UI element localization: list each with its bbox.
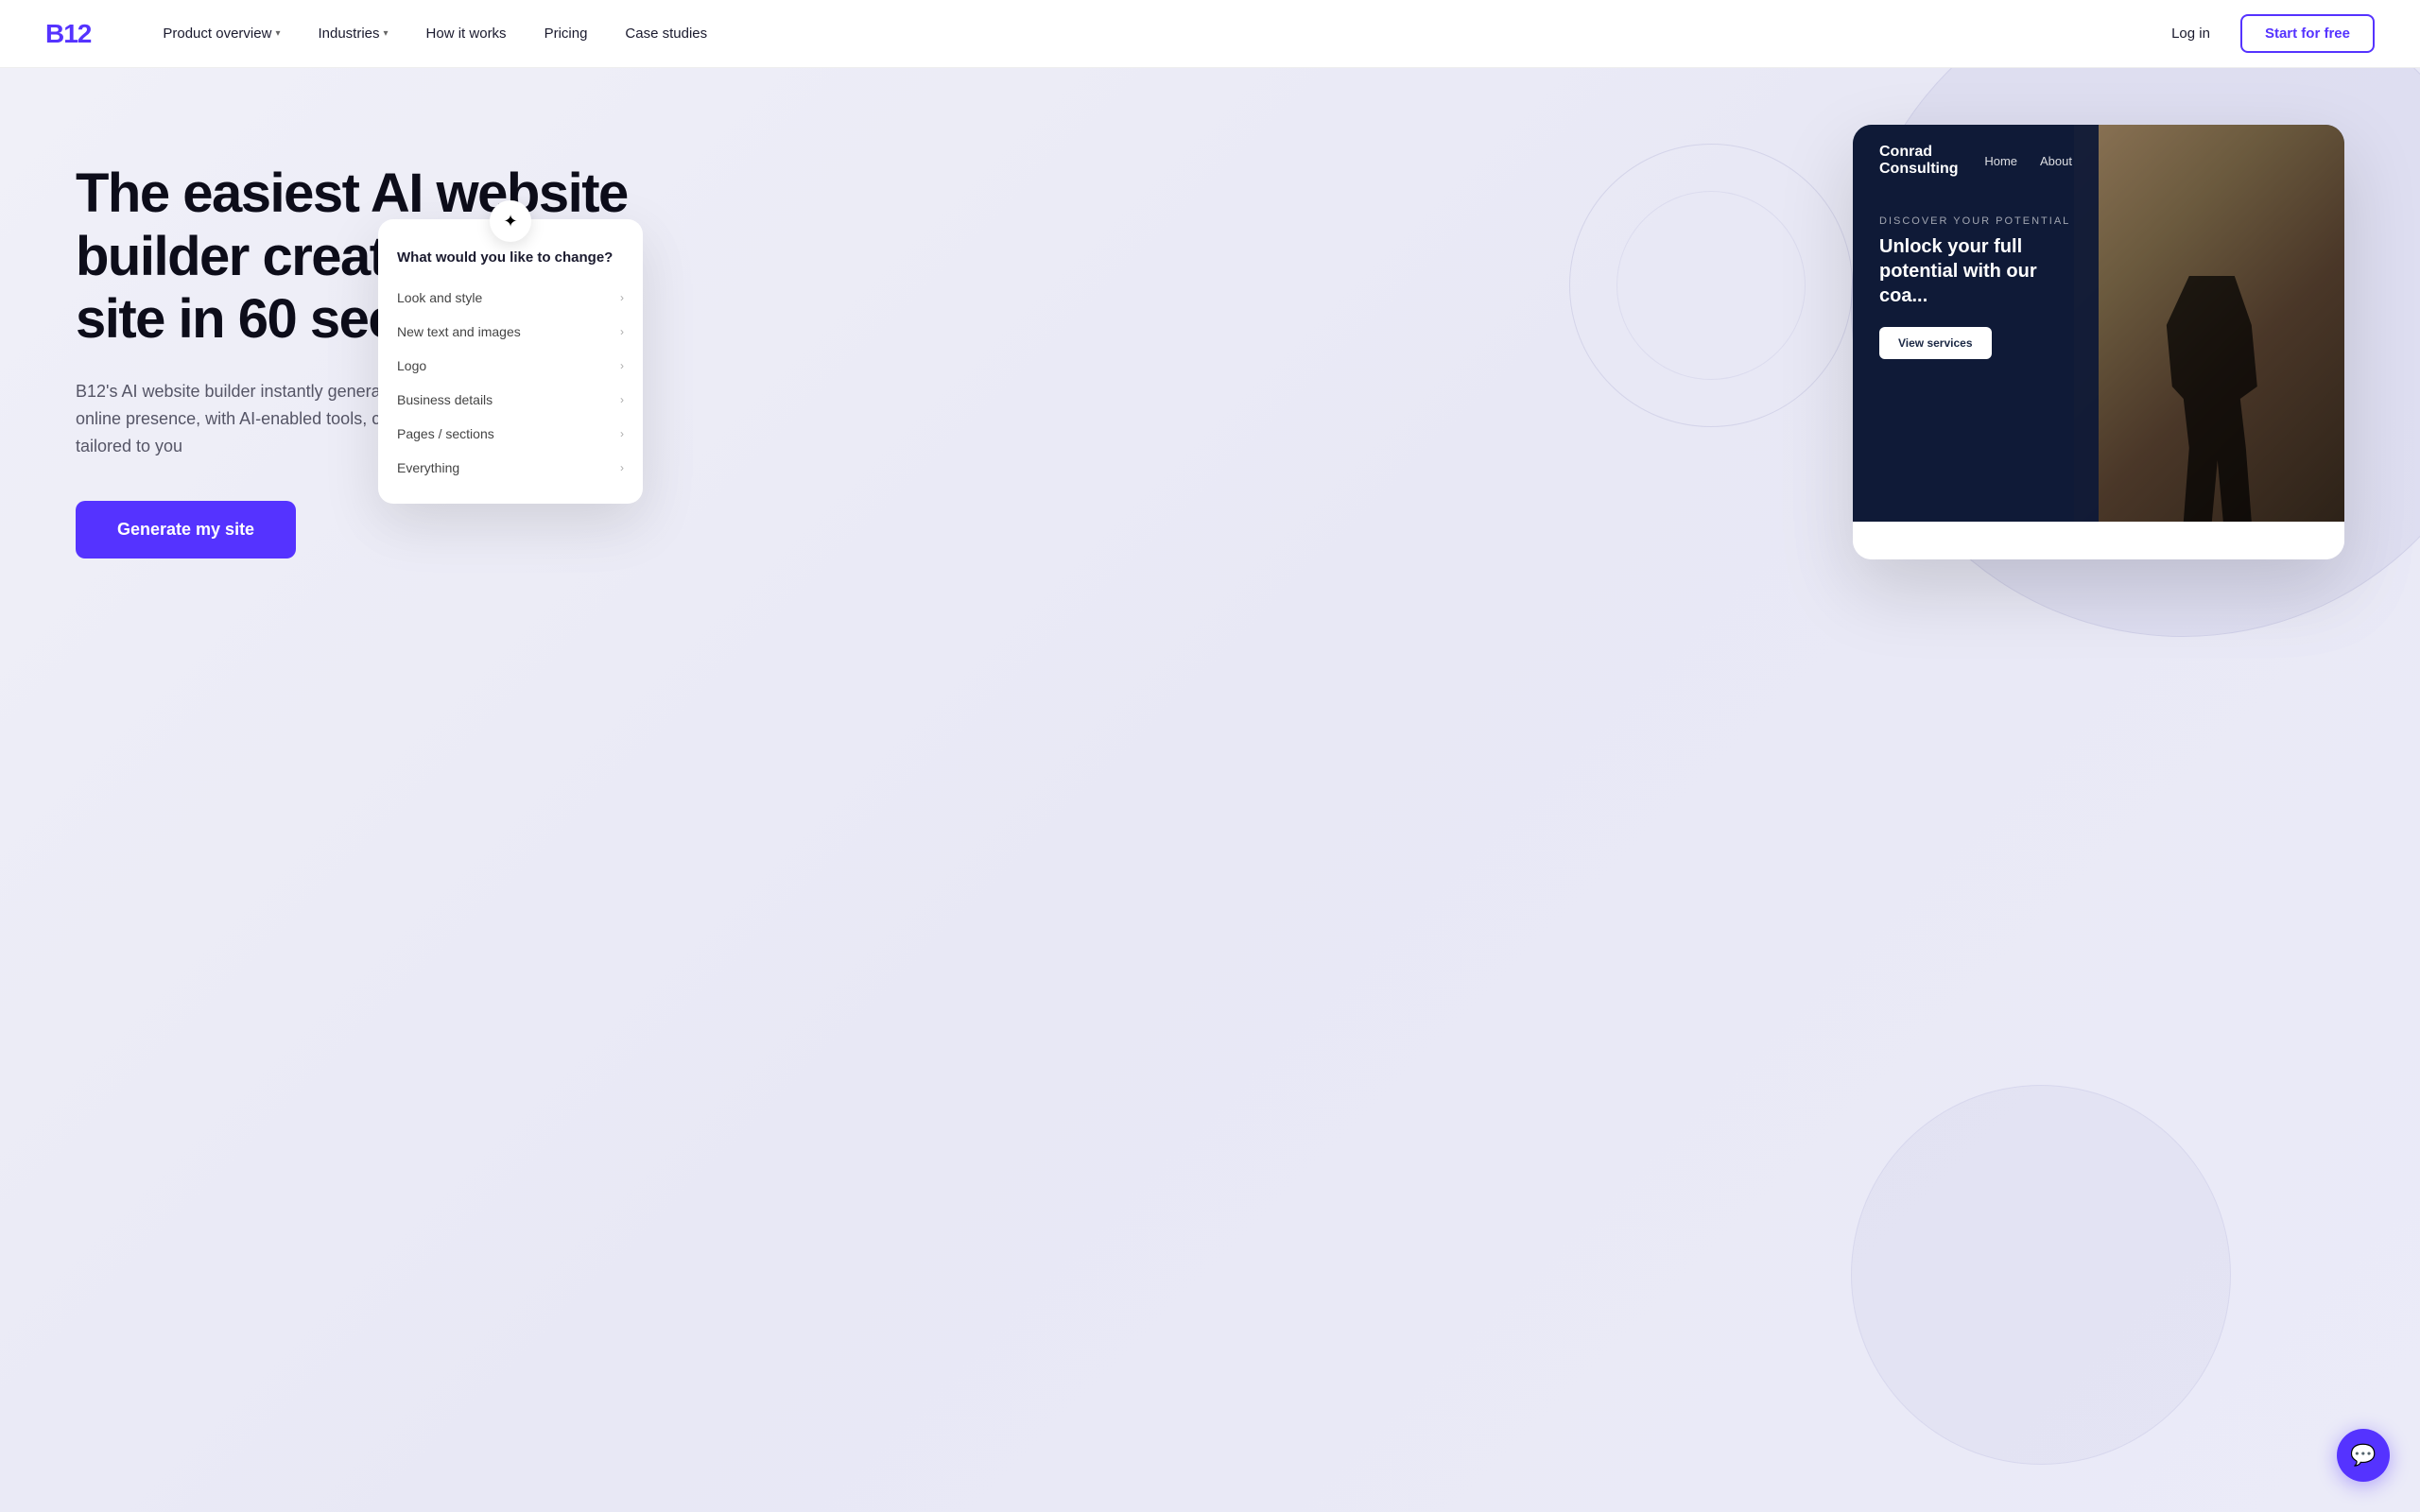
chevron-right-icon: › bbox=[620, 427, 624, 440]
site-preview-cta-button[interactable]: View services bbox=[1879, 327, 1992, 359]
site-preview-headline: Unlock your full potential with our coa.… bbox=[1879, 234, 2072, 308]
hero-section: The easiest AI website builder creates y… bbox=[0, 68, 2420, 1512]
chevron-right-icon: › bbox=[620, 461, 624, 474]
chat-icon: 💬 bbox=[2350, 1443, 2376, 1468]
chevron-right-icon: › bbox=[620, 325, 624, 338]
site-preview-hero-text: DISCOVER YOUR POTENTIAL Unlock your full… bbox=[1853, 197, 2099, 378]
chat-support-button[interactable]: 💬 bbox=[2337, 1429, 2390, 1482]
site-mockup-card: Conrad Consulting Home About DISCOVER YO… bbox=[1853, 125, 2344, 559]
sparkle-icon: ✦ bbox=[490, 200, 531, 242]
ai-popup-item-pages-sections[interactable]: Pages / sections › bbox=[378, 417, 643, 451]
site-preview-area: Conrad Consulting Home About DISCOVER YO… bbox=[1853, 125, 2344, 522]
nav-how-it-works[interactable]: How it works bbox=[411, 18, 522, 49]
ai-popup-item-business-details[interactable]: Business details › bbox=[378, 383, 643, 417]
brand-logo[interactable]: B12 bbox=[45, 19, 91, 49]
start-for-free-button[interactable]: Start for free bbox=[2240, 14, 2375, 53]
chevron-right-icon: › bbox=[620, 393, 624, 406]
nav-case-studies[interactable]: Case studies bbox=[610, 18, 722, 49]
site-preview-image bbox=[2074, 125, 2344, 522]
nav-product-overview[interactable]: Product overview ▾ bbox=[147, 18, 295, 49]
site-preview-nav: Conrad Consulting Home About bbox=[1853, 125, 2099, 197]
ai-popup-item-look-style[interactable]: Look and style › bbox=[378, 281, 643, 315]
generate-site-button[interactable]: Generate my site bbox=[76, 501, 296, 558]
ai-popup-title: What would you like to change? bbox=[378, 238, 643, 281]
chevron-right-icon: › bbox=[620, 291, 624, 304]
chevron-down-icon: ▾ bbox=[384, 28, 389, 39]
chevron-right-icon: › bbox=[620, 359, 624, 372]
site-preview-nav-home: Home bbox=[1984, 154, 2017, 168]
nav-actions: Log in Start for free bbox=[2156, 14, 2375, 53]
mockup-bottom-bar bbox=[1853, 522, 2344, 559]
ai-change-popup: ✦ What would you like to change? Look an… bbox=[378, 219, 643, 504]
nav-pricing[interactable]: Pricing bbox=[529, 18, 603, 49]
site-preview-nav-about: About bbox=[2040, 154, 2072, 168]
hero-mockup-area: ✦ What would you like to change? Look an… bbox=[643, 144, 2344, 559]
ai-popup-item-text-images[interactable]: New text and images › bbox=[378, 315, 643, 349]
navigation: B12 Product overview ▾ Industries ▾ How … bbox=[0, 0, 2420, 68]
ai-popup-item-logo[interactable]: Logo › bbox=[378, 349, 643, 383]
nav-links: Product overview ▾ Industries ▾ How it w… bbox=[147, 18, 2156, 49]
site-preview-eyebrow: DISCOVER YOUR POTENTIAL bbox=[1879, 215, 2072, 227]
login-link[interactable]: Log in bbox=[2156, 18, 2225, 49]
site-preview-company-name: Conrad Consulting bbox=[1879, 144, 1984, 178]
site-preview-nav-links: Home About bbox=[1984, 154, 2072, 168]
chevron-down-icon: ▾ bbox=[275, 28, 280, 39]
nav-industries[interactable]: Industries ▾ bbox=[302, 18, 403, 49]
ai-popup-item-everything[interactable]: Everything › bbox=[378, 451, 643, 485]
